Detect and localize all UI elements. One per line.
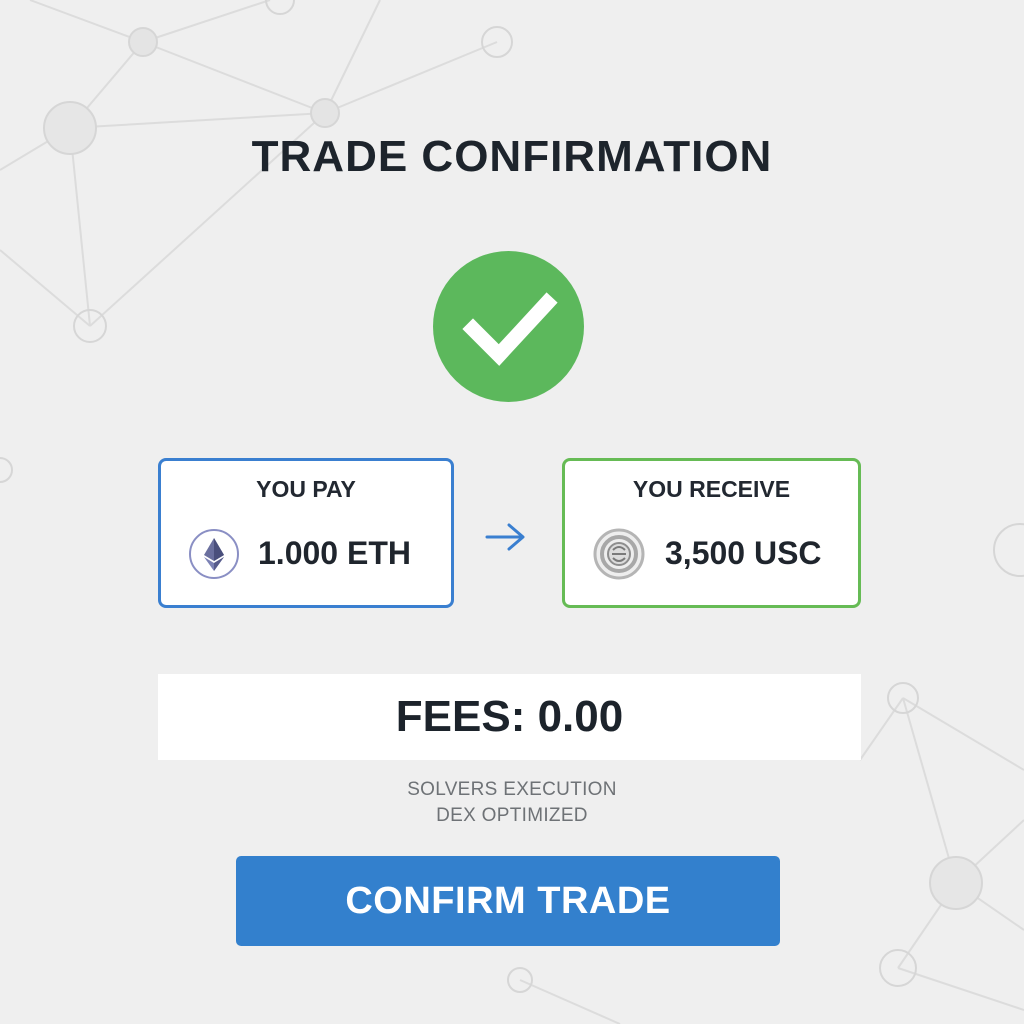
fees-value: FEES: 0.00: [395, 692, 624, 741]
arrow-right-icon: [484, 520, 528, 554]
confirm-trade-button[interactable]: CONFIRM TRADE: [236, 856, 780, 946]
execution-method: SOLVERS EXECUTION: [407, 779, 617, 800]
receive-label: YOU RECEIVE: [632, 476, 791, 502]
ethereum-icon: [188, 528, 240, 580]
pay-label: YOU PAY: [256, 476, 356, 502]
execution-venue: DEX OPTIMIZED: [436, 805, 588, 826]
pay-amount: 1.000 ETH: [258, 535, 411, 571]
fees-bar: FEES: 0.00: [158, 674, 861, 760]
stablecoin-icon: [593, 528, 645, 580]
receive-card: YOU RECEIVE 3,500 USC: [562, 458, 861, 608]
check-icon: [462, 292, 558, 366]
page-title: TRADE CONFIRMATION: [251, 132, 773, 181]
pay-card: YOU PAY 1.000 ETH: [158, 458, 454, 608]
receive-amount: 3,500 USC: [665, 535, 822, 571]
success-badge: [433, 251, 584, 402]
trade-confirmation-screen: TRADE CONFIRMATION YOU PAY 1.000 ETH YOU…: [0, 0, 1024, 1024]
